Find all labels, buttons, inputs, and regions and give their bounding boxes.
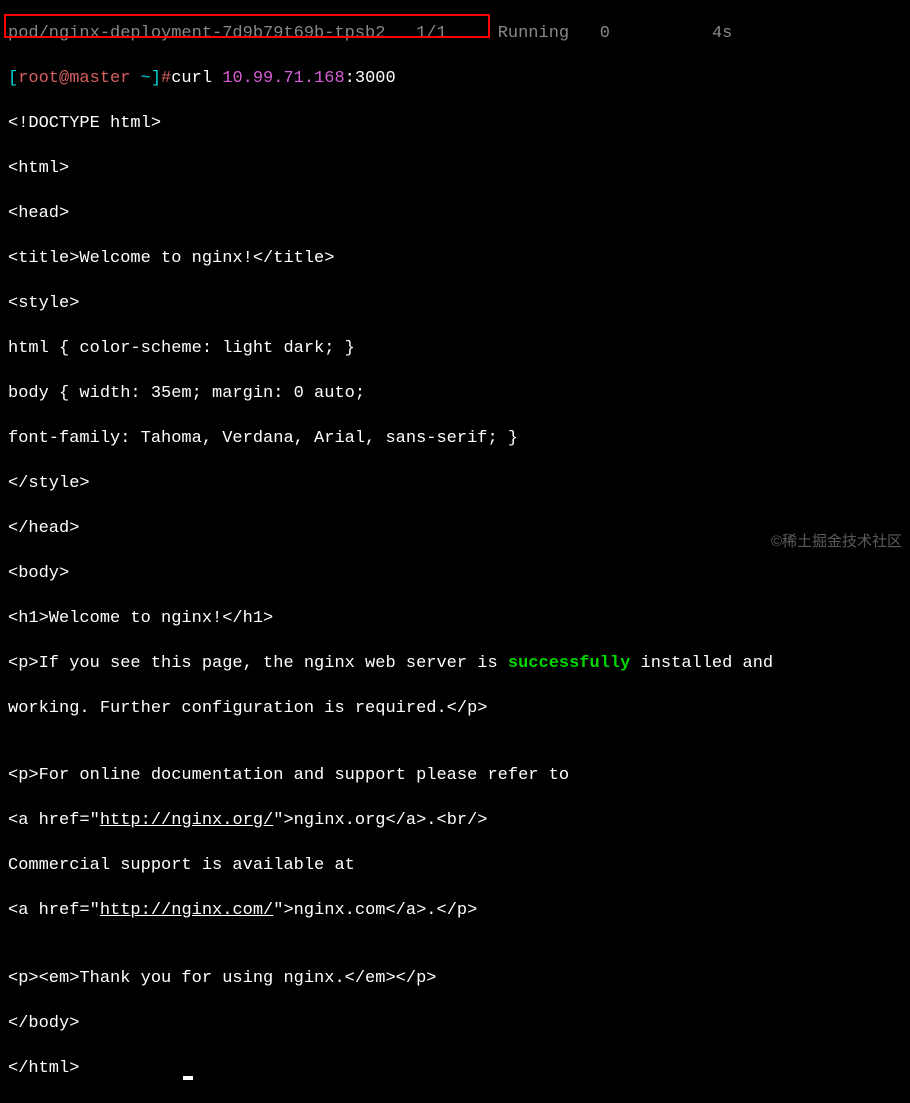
output-line: body { width: 35em; margin: 0 auto; [8,383,902,406]
output-line: html { color-scheme: light dark; } [8,338,902,361]
output-line: </html> [8,1058,902,1081]
output-line: <p>If you see this page, the nginx web s… [8,653,902,676]
output-line: Commercial support is available at [8,855,902,878]
output-line: <a href="http://nginx.org/">nginx.org</a… [8,810,902,833]
output-line: <style> [8,293,902,316]
output-line: <a href="http://nginx.com/">nginx.com</a… [8,900,902,923]
output-line: </body> [8,1013,902,1036]
output-line: <body> [8,563,902,586]
output-line: font-family: Tahoma, Verdana, Arial, san… [8,428,902,451]
output-line: <p>For online documentation and support … [8,765,902,788]
output-line: <h1>Welcome to nginx!</h1> [8,608,902,631]
cursor [183,1076,193,1080]
output-line: <!DOCTYPE html> [8,113,902,136]
output-line: <title>Welcome to nginx!</title> [8,248,902,271]
pod-status-line: pod/nginx-deployment-7d9b79t69b-tpsb2 1/… [8,23,902,46]
watermark-text: ©稀土掘金技术社区 [771,531,902,554]
output-line: <html> [8,158,902,181]
command-prompt-line: [root@master ~]#curl 10.99.71.168:3000 [8,68,902,91]
output-line: </style> [8,473,902,496]
output-line: <head> [8,203,902,226]
output-line: <p><em>Thank you for using nginx.</em></… [8,968,902,991]
output-line: working. Further configuration is requir… [8,698,902,721]
output-line: </head> [8,518,902,541]
